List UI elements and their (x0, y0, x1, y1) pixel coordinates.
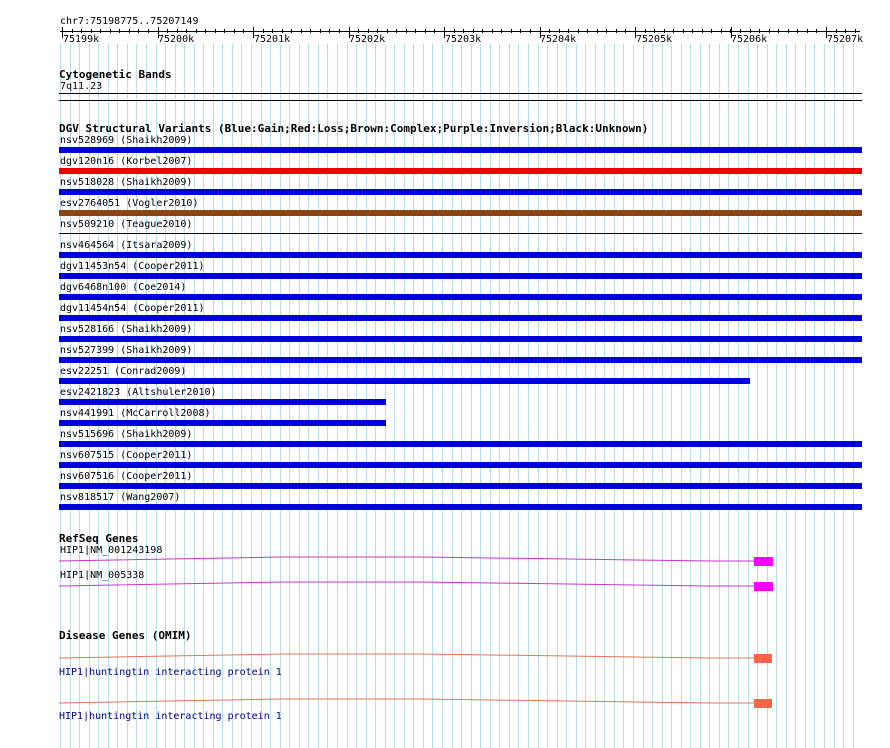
ruler-tick-label: 75200k (158, 34, 195, 45)
dgv-variant-bar[interactable] (59, 273, 862, 279)
ruler-tick-label: 75202k (349, 34, 386, 45)
dgv-variant-bar[interactable] (59, 168, 862, 174)
refseq-gene-label[interactable]: HIP1|NM_001243198 (60, 545, 162, 557)
dgv-variant-label[interactable]: esv22251 (Conrad2009) (60, 366, 186, 378)
omim-gene-label[interactable]: HIP1|huntingtin interacting protein 1 (59, 711, 282, 723)
dgv-variant-bar[interactable] (59, 378, 750, 384)
dgv-variant-bar[interactable] (59, 441, 862, 447)
dgv-variant-label[interactable]: nsv607516 (Cooper2011) (60, 471, 192, 483)
dgv-variant-bar[interactable] (59, 483, 862, 489)
ruler-tick-label: 75203k (445, 34, 482, 45)
dgv-variant-bar[interactable] (59, 189, 862, 195)
dgv-variant-label[interactable]: nsv518028 (Shaikh2009) (60, 177, 192, 189)
dgv-variant-bar[interactable] (59, 147, 862, 153)
ruler-tick-label: 75205k (636, 34, 673, 45)
ruler-position: chr7:75198775..75207149 (60, 16, 199, 27)
cytobands-title: Cytogenetic Bands (59, 68, 172, 81)
dgv-variant-label[interactable]: nsv607515 (Cooper2011) (60, 450, 192, 462)
dgv-variant-bar[interactable] (59, 252, 862, 258)
refseq-gene-label[interactable]: HIP1|NM_005338 (60, 570, 144, 582)
dgv-variant-label[interactable]: dgv11453n54 (Cooper2011) (60, 261, 205, 273)
dgv-variant-bar[interactable] (59, 294, 862, 300)
dgv-variant-bar[interactable] (59, 420, 386, 426)
dgv-variant-label[interactable]: nsv509210 (Teague2010) (60, 219, 192, 231)
omim-gene-label[interactable]: HIP1|huntingtin interacting protein 1 (59, 667, 282, 679)
ruler-tick-label: 75206k (731, 34, 768, 45)
dgv-variant-bar[interactable] (59, 233, 862, 234)
cytoband-label: 7q11.23 (60, 81, 103, 92)
ruler-tick-label: 75207k (827, 34, 864, 45)
dgv-variant-label[interactable]: dgv11454n54 (Cooper2011) (60, 303, 205, 315)
dgv-variant-label[interactable]: nsv464564 (Itsara2009) (60, 240, 192, 252)
dgv-variant-label[interactable]: esv2764051 (Vogler2010) (60, 198, 198, 210)
dgv-variant-label[interactable]: esv2421823 (Altshuler2010) (60, 387, 217, 399)
dgv-variant-label[interactable]: nsv527399 (Shaikh2009) (60, 345, 192, 357)
refseq-title: RefSeq Genes (59, 532, 139, 545)
dgv-variant-label[interactable]: nsv818517 (Wang2007) (60, 492, 180, 504)
dgv-variant-label[interactable]: nsv528166 (Shaikh2009) (60, 324, 192, 336)
dgv-variant-bar[interactable] (59, 210, 862, 216)
dgv-variant-bar[interactable] (59, 315, 862, 321)
ruler-tick-label: 75201k (254, 34, 291, 45)
ruler-tick-label: 75199k (63, 34, 100, 45)
dgv-variant-label[interactable]: dgv6468n100 (Coe2014) (60, 282, 186, 294)
dgv-variant-label[interactable]: dgv120n16 (Korbel2007) (60, 156, 192, 168)
dgv-variant-bar[interactable] (59, 504, 862, 510)
cytoband-bar-top (59, 93, 862, 94)
dgv-variant-bar[interactable] (59, 462, 862, 468)
ruler-tick-label: 75204k (540, 34, 577, 45)
dgv-title: DGV Structural Variants (Blue:Gain;Red:L… (59, 122, 649, 135)
dgv-variant-label[interactable]: nsv528969 (Shaikh2009) (60, 135, 192, 147)
dgv-variant-bar[interactable] (59, 357, 862, 363)
dgv-variant-bar[interactable] (59, 336, 862, 342)
cytoband-bar-bottom (59, 100, 862, 101)
dgv-variant-label[interactable]: nsv441991 (McCarroll2008) (60, 408, 211, 420)
omim-title: Disease Genes (OMIM) (59, 629, 192, 642)
ruler-axis (60, 31, 860, 32)
dgv-variant-label[interactable]: nsv515696 (Shaikh2009) (60, 429, 192, 441)
dgv-variant-bar[interactable] (59, 399, 386, 405)
